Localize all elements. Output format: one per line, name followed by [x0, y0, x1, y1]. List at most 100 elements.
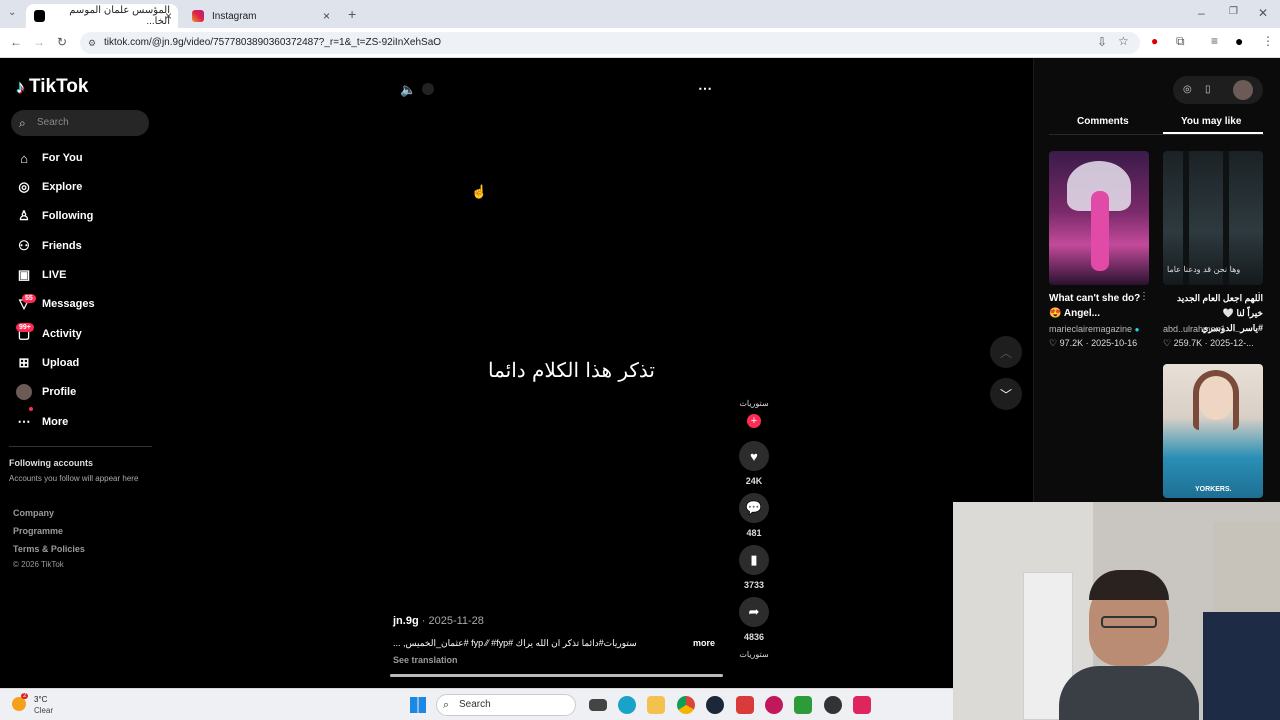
- chrome-icon[interactable]: [677, 696, 695, 714]
- suggested-video-stats: ♡ 259.7K · 2025-12-...: [1163, 338, 1254, 348]
- like-button[interactable]: ♥: [739, 441, 769, 471]
- task-view-icon[interactable]: [589, 699, 607, 711]
- phone-icon[interactable]: ▯: [1205, 84, 1211, 95]
- nav-more[interactable]: ⋯ More: [16, 411, 69, 433]
- tiktok-favicon: [34, 10, 46, 22]
- person-hair-graphic: [1193, 370, 1239, 430]
- volume-icon[interactable]: 🔈: [400, 82, 416, 98]
- video-caption-overlay: تذكر هذا الكلام دائما: [488, 358, 655, 382]
- extensions-puzzle-icon[interactable]: ⧉: [1176, 34, 1185, 49]
- volume-slider[interactable]: [422, 83, 434, 95]
- game-app-icon[interactable]: [794, 696, 812, 714]
- nav-following[interactable]: ♙ Following: [16, 205, 93, 227]
- search-input[interactable]: ⌕ Search: [11, 110, 149, 136]
- footer-company-link[interactable]: Company: [13, 508, 54, 518]
- search-placeholder: Search: [37, 117, 69, 128]
- footer-programme-link[interactable]: Programme: [13, 526, 63, 536]
- install-icon[interactable]: ⇩: [1097, 35, 1107, 49]
- video-author[interactable]: jn.9g · 2025-11-28: [393, 615, 484, 627]
- video-options-icon[interactable]: ⋮: [1139, 291, 1149, 302]
- user-avatar[interactable]: [1233, 80, 1253, 100]
- video-progress-bar[interactable]: [390, 674, 723, 677]
- browser-menu-icon[interactable]: ⋮: [1262, 34, 1274, 48]
- share-icon: ➦: [748, 604, 760, 619]
- share-button[interactable]: ➦: [739, 597, 769, 627]
- suggested-video-title[interactable]: What can't she do? 😍 Angel...: [1049, 291, 1149, 321]
- search-icon: ⌕: [443, 699, 450, 711]
- close-icon[interactable]: ×: [323, 9, 330, 23]
- photos-icon[interactable]: [736, 696, 754, 714]
- obs-icon[interactable]: [824, 696, 842, 714]
- address-row: ← → ↻ ⚙ tiktok.com/@jn.9g/video/75778038…: [0, 28, 1280, 58]
- home-icon: ⌂: [20, 150, 28, 166]
- video-date: 2025-11-28: [428, 615, 484, 627]
- window-close-icon[interactable]: ✕: [1258, 6, 1268, 20]
- temperature: 3°C: [34, 695, 48, 704]
- like-count: 24K: [745, 476, 763, 486]
- extension-opera-icon[interactable]: ●: [1151, 34, 1158, 48]
- address-bar[interactable]: ⚙ tiktok.com/@jn.9g/video/75778038903603…: [80, 32, 1140, 54]
- heart-outline-icon: ♡: [1049, 338, 1058, 348]
- comment-button[interactable]: 💬: [739, 493, 769, 523]
- tiktok-app-icon[interactable]: [853, 696, 871, 714]
- suggested-video-user[interactable]: marieclairemagazine ●: [1049, 324, 1139, 334]
- nav-label: Explore: [42, 181, 83, 193]
- close-icon[interactable]: ×: [165, 9, 172, 23]
- save-button[interactable]: ▮: [739, 545, 769, 575]
- browser-tab-bar: ⌄ المؤسس علمان الموسم الخا... × Instagra…: [0, 0, 1280, 28]
- reload-icon[interactable]: ↻: [57, 35, 67, 49]
- bookmark-icon: ▮: [750, 552, 758, 567]
- suggested-video-thumb[interactable]: [1049, 151, 1149, 285]
- back-icon[interactable]: ←: [10, 35, 22, 49]
- see-translation-button[interactable]: See translation: [393, 655, 458, 665]
- restore-icon[interactable]: ❐: [1229, 6, 1238, 17]
- compass-icon[interactable]: ◎: [1183, 84, 1192, 95]
- site-info-icon[interactable]: ⚙: [88, 32, 96, 54]
- creator-avatar[interactable]: ستوريات: [737, 392, 771, 416]
- user-name: marieclairemagazine: [1049, 324, 1133, 334]
- tab-comments[interactable]: Comments: [1077, 116, 1129, 127]
- video-options-icon[interactable]: ⋯: [698, 80, 712, 97]
- nav-explore[interactable]: ◎ Explore: [16, 176, 82, 198]
- suggested-video-user[interactable]: abd..ulrahman1: [1163, 324, 1226, 334]
- suggested-video-thumb[interactable]: YORKERS.: [1163, 364, 1263, 498]
- tab-search-icon[interactable]: ⌄: [8, 7, 16, 18]
- tab-you-may-like[interactable]: You may like: [1181, 116, 1241, 127]
- tab-title: المؤسس علمان الموسم الخا...: [69, 5, 170, 27]
- nav-live[interactable]: ▣ LIVE: [16, 264, 67, 286]
- forward-icon[interactable]: →: [33, 35, 45, 49]
- weather-sun-icon: [12, 697, 26, 711]
- bookmark-star-icon[interactable]: ☆: [1118, 34, 1129, 48]
- tab-tiktok[interactable]: المؤسس علمان الموسم الخا... ×: [26, 4, 178, 28]
- nav-friends[interactable]: ⚇ Friends: [16, 235, 82, 257]
- following-accounts-subtitle: Accounts you follow will appear here: [9, 474, 139, 483]
- nav-for-you[interactable]: ⌂ For You: [16, 147, 82, 169]
- media-controls-icon[interactable]: ≡: [1211, 34, 1218, 48]
- nav-label: Profile: [42, 386, 77, 398]
- sidebar-divider: [9, 446, 152, 447]
- steam-icon[interactable]: [706, 696, 724, 714]
- url-text: tiktok.com/@jn.9g/video/7577803890360372…: [104, 37, 442, 48]
- tiktok-logo[interactable]: ♪ TikTok: [16, 76, 88, 98]
- taskbar-search[interactable]: ⌕ Search: [436, 694, 576, 716]
- next-video-button[interactable]: ﹀: [990, 378, 1022, 410]
- media-app-icon[interactable]: [765, 696, 783, 714]
- minimize-icon[interactable]: –: [1198, 6, 1205, 20]
- new-tab-icon[interactable]: +: [348, 6, 356, 22]
- tab-instagram[interactable]: Instagram ×: [184, 4, 336, 28]
- author-name[interactable]: jn.9g: [393, 615, 419, 627]
- profile-avatar-icon[interactable]: ●: [1235, 33, 1243, 49]
- video-options-icon[interactable]: ⋮: [1254, 291, 1264, 302]
- suggested-video-thumb[interactable]: وها نحن قد ودعنا عاما: [1163, 151, 1263, 285]
- nav-profile[interactable]: Profile: [16, 381, 76, 403]
- tab-divider: [1049, 134, 1264, 135]
- follow-plus-button[interactable]: +: [747, 414, 761, 428]
- edge-icon[interactable]: [618, 696, 636, 714]
- nav-upload[interactable]: ⊞ Upload: [16, 352, 80, 374]
- file-explorer-icon[interactable]: [647, 696, 665, 714]
- windows-start-icon[interactable]: [410, 697, 426, 713]
- footer-terms-link[interactable]: Terms & Policies: [13, 544, 85, 554]
- previous-video-button[interactable]: ︿: [990, 336, 1022, 368]
- music-disc[interactable]: ستوريات: [737, 650, 771, 670]
- more-button[interactable]: more: [693, 638, 715, 648]
